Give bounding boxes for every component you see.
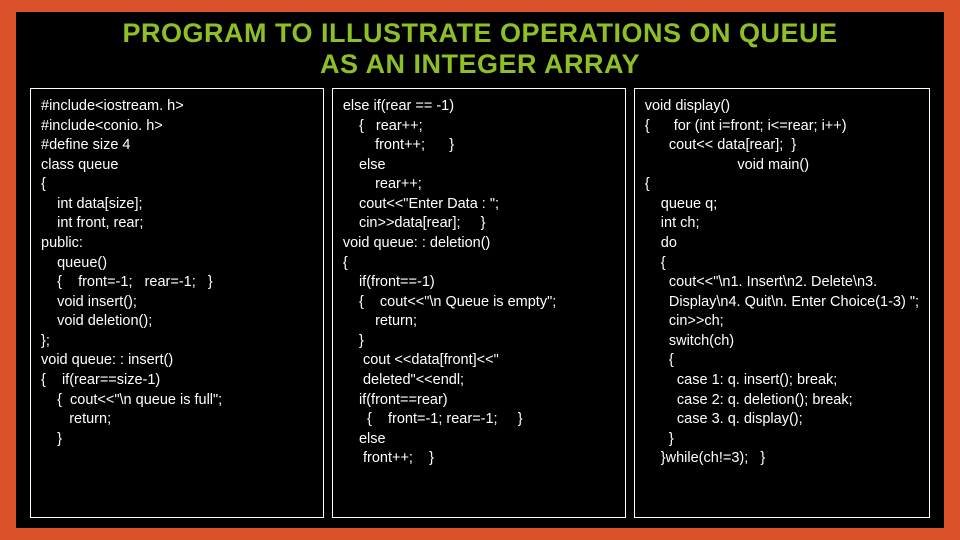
code-column-2: else if(rear == -1) { rear++; front++; }… (332, 88, 626, 518)
code-column-1: #include<iostream. h> #include<conio. h>… (30, 88, 324, 518)
title-line-2: AS AN INTEGER ARRAY (320, 49, 640, 79)
slide-frame: PROGRAM TO ILLUSTRATE OPERATIONS ON QUEU… (0, 0, 960, 540)
slide-inner: PROGRAM TO ILLUSTRATE OPERATIONS ON QUEU… (16, 12, 944, 528)
code-columns: #include<iostream. h> #include<conio. h>… (16, 82, 944, 528)
title-line-1: PROGRAM TO ILLUSTRATE OPERATIONS ON QUEU… (122, 18, 837, 48)
code-column-3: void display() { for (int i=front; i<=re… (634, 88, 930, 518)
slide-title: PROGRAM TO ILLUSTRATE OPERATIONS ON QUEU… (16, 12, 944, 82)
